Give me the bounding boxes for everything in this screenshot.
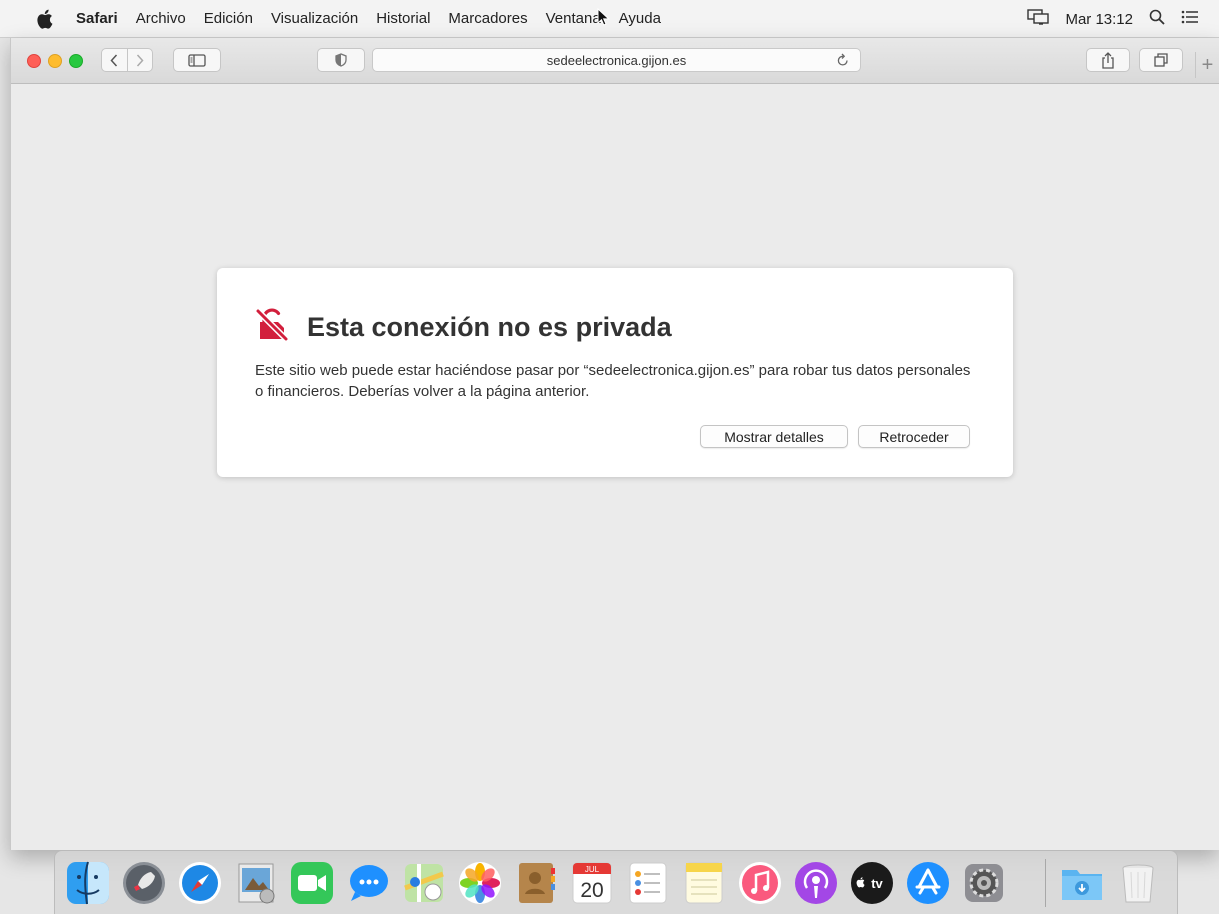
screen-mirroring-icon[interactable] — [1027, 9, 1050, 29]
dock: JUL 20 tv — [54, 850, 1178, 914]
app-store-icon[interactable] — [905, 860, 951, 906]
address-text: sedeelectronica.gijon.es — [546, 52, 687, 68]
trash-icon[interactable] — [1115, 860, 1161, 906]
fullscreen-window-button[interactable] — [69, 54, 83, 68]
address-bar[interactable]: sedeelectronica.gijon.es — [372, 48, 861, 72]
maps-icon[interactable] — [401, 860, 447, 906]
privacy-report-button[interactable] — [317, 48, 365, 72]
system-preferences-icon[interactable] — [961, 860, 1007, 906]
safari-toolbar: sedeelectronica.gijon.es + — [11, 38, 1219, 84]
apple-menu-icon[interactable] — [34, 9, 54, 29]
navigation-buttons — [101, 48, 153, 72]
mouse-cursor-icon — [597, 7, 611, 26]
new-tab-button[interactable]: + — [1195, 52, 1219, 78]
downloads-folder-icon[interactable] — [1059, 860, 1105, 906]
show-details-button[interactable]: Mostrar detalles — [700, 425, 848, 448]
share-button[interactable] — [1086, 48, 1130, 72]
menu-historial[interactable]: Historial — [376, 10, 430, 27]
spotlight-search-icon[interactable] — [1149, 9, 1165, 29]
photos-icon[interactable] — [457, 860, 503, 906]
menu-ventana[interactable]: Ventana — [546, 10, 601, 27]
chevron-right-icon — [136, 53, 144, 67]
finder-icon[interactable] — [65, 860, 111, 906]
menu-archivo[interactable]: Archivo — [136, 10, 186, 27]
menubar-clock[interactable]: Mar 13:12 — [1065, 11, 1133, 28]
calendar-day-label: 20 — [580, 879, 603, 902]
broken-lock-icon — [255, 308, 289, 347]
shield-icon — [335, 53, 347, 67]
calendar-icon[interactable]: JUL 20 — [569, 860, 615, 906]
close-window-button[interactable] — [27, 54, 41, 68]
launchpad-icon[interactable] — [121, 860, 167, 906]
back-nav-button[interactable] — [102, 49, 127, 71]
sidebar-icon — [188, 53, 206, 67]
error-description: Este sitio web puede estar haciéndose pa… — [255, 362, 971, 400]
menu-marcadores[interactable]: Marcadores — [448, 10, 527, 27]
reload-icon[interactable] — [836, 52, 850, 71]
messages-icon[interactable] — [345, 860, 391, 906]
podcasts-icon[interactable] — [793, 860, 839, 906]
safari-app-icon[interactable] — [177, 860, 223, 906]
apple-tv-label: tv — [871, 876, 883, 891]
dock-separator — [1045, 859, 1046, 907]
forward-nav-button[interactable] — [126, 49, 153, 71]
go-back-button[interactable]: Retroceder — [858, 425, 970, 448]
tabs-overview-icon — [1154, 53, 1168, 67]
reminders-icon[interactable] — [625, 860, 671, 906]
error-title-row: Esta conexión no es privada — [255, 308, 672, 347]
minimize-window-button[interactable] — [48, 54, 62, 68]
menu-edicion[interactable]: Edición — [204, 10, 253, 27]
facetime-icon[interactable] — [289, 860, 335, 906]
notes-icon[interactable] — [681, 860, 727, 906]
apple-tv-icon[interactable]: tv — [849, 860, 895, 906]
preview-icon[interactable] — [233, 860, 279, 906]
share-icon — [1102, 51, 1114, 69]
chevron-left-icon — [110, 53, 118, 67]
music-icon[interactable] — [737, 860, 783, 906]
menu-safari[interactable]: Safari — [76, 10, 118, 27]
notification-center-icon[interactable] — [1181, 10, 1199, 28]
menu-ayuda[interactable]: Ayuda — [619, 10, 661, 27]
contacts-icon[interactable] — [513, 860, 559, 906]
menu-visualizacion[interactable]: Visualización — [271, 10, 358, 27]
calendar-month-label: JUL — [585, 865, 600, 874]
certificate-error-panel: Esta conexión no es privada Este sitio w… — [217, 268, 1013, 477]
show-tabs-button[interactable] — [1139, 48, 1183, 72]
sidebar-toggle-button[interactable] — [173, 48, 221, 72]
error-title: Esta conexión no es privada — [307, 312, 672, 342]
